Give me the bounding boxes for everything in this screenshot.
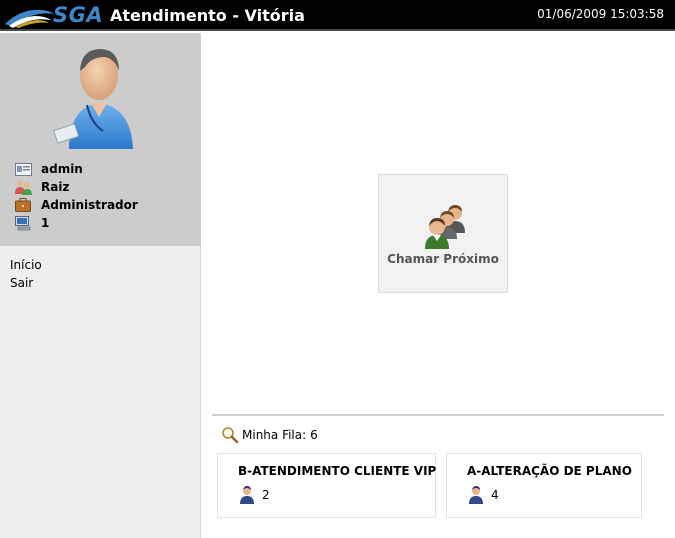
user-desk-row: 1 — [14, 215, 49, 231]
queue-label: Minha Fila: — [242, 428, 307, 442]
sidebar: admin Raiz Administrador 1 Início Sair — [0, 33, 201, 538]
person-icon — [240, 486, 254, 504]
queue-card-vip[interactable]: B-ATENDIMENTO CLIENTE VIP 2 — [217, 453, 436, 518]
id-card-icon — [14, 161, 32, 177]
user-panel: admin Raiz Administrador 1 — [0, 33, 201, 246]
people-group-icon — [425, 205, 465, 249]
nav-link-inicio[interactable]: Início — [10, 258, 42, 272]
user-name-row: admin — [14, 161, 83, 177]
queue-card-alteracao[interactable]: A-ALTERAÇÃO DE PLANO 4 — [446, 453, 642, 518]
nav-link-sair[interactable]: Sair — [10, 276, 42, 290]
logo-text: SGA — [53, 3, 104, 27]
queue-count: 2 — [262, 488, 270, 502]
user-avatar-icon — [53, 49, 133, 149]
user-unit-row: Raiz — [14, 179, 69, 195]
person-icon — [469, 486, 483, 504]
magnifier-icon — [222, 427, 239, 444]
queue-count-row: 4 — [467, 486, 499, 504]
briefcase-icon — [14, 197, 32, 213]
queue-name: A-ALTERAÇÃO DE PLANO — [467, 464, 632, 478]
call-next-label: Chamar Próximo — [387, 252, 499, 266]
user-role-row: Administrador — [14, 197, 138, 213]
datetime: 01/06/2009 15:03:58 — [537, 7, 664, 21]
top-bar: SGA Atendimento - Vitória 01/06/2009 15:… — [0, 0, 675, 31]
queue-count: 4 — [491, 488, 499, 502]
user-unit: Raiz — [41, 180, 70, 194]
section-divider — [212, 414, 664, 416]
user-role: Administrador — [41, 198, 138, 212]
user-desk: 1 — [41, 216, 50, 230]
page-title: Atendimento - Vitória — [110, 6, 305, 25]
queue-name: B-ATENDIMENTO CLIENTE VIP — [238, 464, 437, 478]
sidebar-nav: Início Sair — [10, 258, 42, 294]
call-next-button[interactable]: Chamar Próximo — [378, 174, 508, 293]
computer-icon — [14, 215, 32, 231]
queue-summary: Minha Fila: 6 — [221, 426, 318, 444]
group-icon — [14, 179, 32, 195]
queue-count-row: 2 — [238, 486, 270, 504]
user-name: admin — [41, 162, 83, 176]
queue-total: 6 — [310, 428, 318, 442]
